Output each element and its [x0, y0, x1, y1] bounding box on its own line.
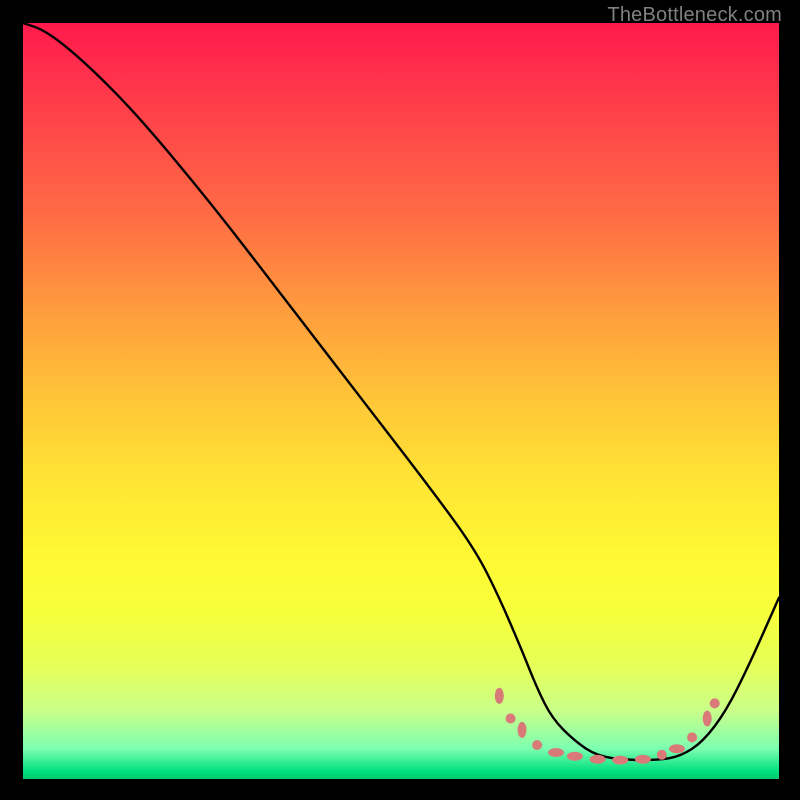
highlight-dot [495, 688, 504, 704]
highlight-dot [669, 744, 685, 753]
highlight-dot [612, 756, 628, 765]
highlight-dot [548, 748, 564, 757]
highlight-dot [687, 732, 697, 742]
chart-svg [23, 23, 779, 779]
highlight-dot [710, 698, 720, 708]
highlight-dot [518, 722, 527, 738]
chart-frame: TheBottleneck.com [0, 0, 800, 800]
bottleneck-curve [23, 23, 779, 760]
highlight-dot [590, 755, 606, 764]
highlight-dot [506, 714, 516, 724]
highlight-dot [657, 750, 667, 760]
watermark-text: TheBottleneck.com [607, 4, 782, 27]
highlight-dot [567, 752, 583, 761]
highlight-dot [703, 711, 712, 727]
chart-plot-area [23, 23, 779, 779]
highlight-dot [532, 740, 542, 750]
highlight-dot [635, 755, 651, 764]
